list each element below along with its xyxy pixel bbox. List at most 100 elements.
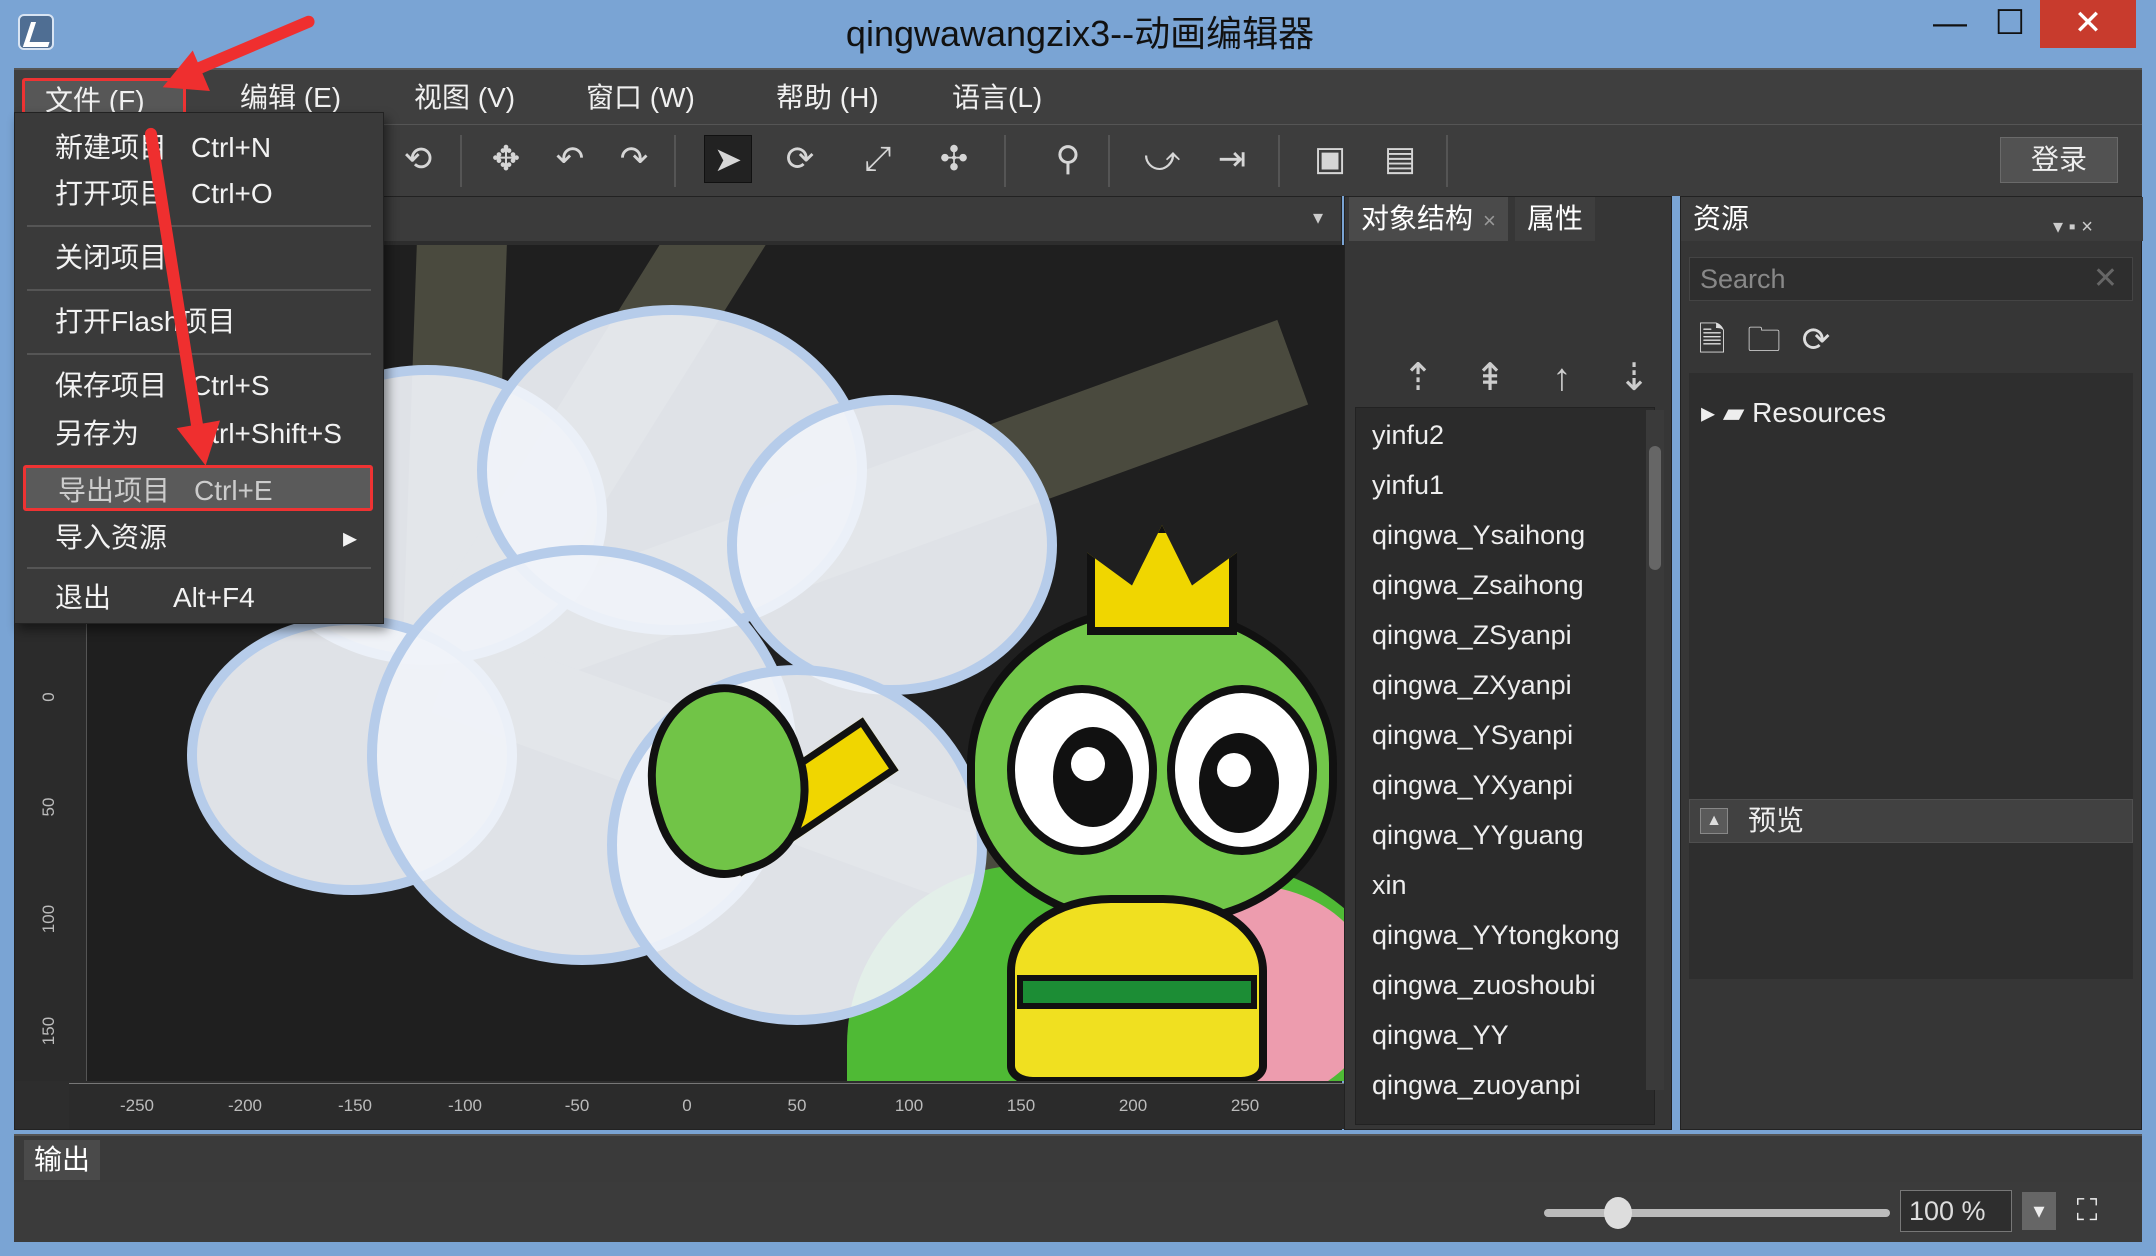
frog-right-eye: [1167, 685, 1317, 855]
annotation-arrowhead: [176, 420, 228, 470]
minimize-button[interactable]: —: [1920, 0, 1980, 48]
object-list-scrollbar[interactable]: [1646, 410, 1664, 1090]
toolbar-separator: [1004, 135, 1006, 187]
search-placeholder: Search: [1700, 264, 1786, 294]
menu-language[interactable]: 语言(L): [932, 78, 1062, 118]
list-item[interactable]: qingwa_YXyanpi: [1372, 762, 1573, 808]
menu-open-project[interactable]: 打开项目 Ctrl+O: [23, 171, 373, 217]
folder-icon[interactable]: 🗀: [1743, 319, 1785, 361]
list-item[interactable]: qingwa_Zsaihong: [1372, 562, 1584, 608]
shortcut-label: Ctrl+N: [191, 132, 272, 163]
jump-icon[interactable]: ⇥: [1208, 135, 1256, 183]
menu-help[interactable]: 帮助 (H): [756, 78, 899, 118]
preview-header[interactable]: ▲ 预览: [1689, 799, 2133, 843]
ruler-label: 200: [1118, 1096, 1148, 1115]
list-item[interactable]: qingwa_zuoshoubi: [1372, 962, 1596, 1008]
zoom-dropdown-icon[interactable]: ▾: [2022, 1192, 2056, 1230]
panel-control-icons[interactable]: ▾ ▪ ×: [2053, 205, 2093, 249]
fit-screen-icon[interactable]: ⛶: [2068, 1190, 2106, 1232]
resource-tab[interactable]: 资源 ▾ ▪ ×: [1681, 197, 2143, 241]
zoom-slider-thumb[interactable]: [1604, 1197, 1632, 1229]
list-item[interactable]: qingwa_YSyanpi: [1372, 712, 1573, 758]
rotate-right-icon[interactable]: ↷: [610, 135, 658, 183]
ik-icon[interactable]: ⤻: [1138, 135, 1186, 183]
ruler-label: -250: [119, 1096, 155, 1115]
tab-object-structure[interactable]: 对象结构 ×: [1349, 197, 1508, 241]
toolbar-separator: [1278, 135, 1280, 187]
list-item[interactable]: qingwa_Ysaihong: [1372, 512, 1585, 558]
close-icon[interactable]: ×: [1483, 208, 1496, 233]
login-button[interactable]: 登录: [2000, 137, 2118, 183]
menu-exit[interactable]: 退出 Alt+F4: [23, 575, 373, 621]
rotate-left-icon[interactable]: ↶: [546, 135, 594, 183]
menu-window[interactable]: 窗口 (W): [566, 78, 715, 118]
list-item[interactable]: qingwa_YY: [1372, 1012, 1509, 1058]
title-bar: qingwawangzix3--动画编辑器 — ☐ ✕: [0, 0, 2156, 68]
list-item[interactable]: qingwa_zuoyanpi: [1372, 1062, 1581, 1108]
list-item[interactable]: qingwa_ZSyanpi: [1372, 612, 1572, 658]
submenu-arrow-icon: ▸: [343, 522, 358, 553]
menu-import-resources[interactable]: 导入资源 ▸: [23, 515, 373, 561]
menu-item-label: 打开Flash项目: [55, 306, 236, 337]
image-export-icon[interactable]: ▤: [1376, 135, 1424, 183]
clear-search-icon[interactable]: ✕: [2093, 258, 2118, 300]
scroll-thumb[interactable]: [1649, 446, 1661, 570]
move-top-icon[interactable]: ⇡: [1395, 355, 1441, 401]
menu-view[interactable]: 视图 (V): [394, 78, 535, 118]
list-item[interactable]: yinfu1: [1372, 462, 1444, 508]
scale-icon[interactable]: ⤢: [854, 135, 902, 183]
skeleton-icon[interactable]: ✣: [930, 135, 978, 183]
ruler-label: 50: [39, 797, 58, 817]
horizontal-ruler: -250 -200 -150 -100 -50 0 50 100 150 200…: [69, 1083, 1345, 1129]
menu-new-project[interactable]: 新建项目 Ctrl+N: [23, 125, 373, 171]
resources-folder[interactable]: ▸ ▰ Resources: [1701, 393, 1886, 433]
shortcut-label: Ctrl+S: [191, 370, 270, 401]
close-button[interactable]: ✕: [2040, 0, 2136, 48]
folder-icon: ▰: [1722, 397, 1753, 428]
list-item[interactable]: xin: [1372, 862, 1407, 908]
pupil: [1199, 733, 1279, 833]
select-arrow-icon[interactable]: ➤: [704, 135, 752, 183]
move-up-icon[interactable]: ⇞: [1467, 355, 1513, 401]
lasso-icon[interactable]: ⟲: [394, 135, 442, 183]
ruler-label: -100: [447, 1096, 483, 1115]
move-icon[interactable]: ✥: [482, 135, 530, 183]
dropdown-arrow-icon[interactable]: ▾: [1313, 205, 1323, 230]
animation-editor-window: qingwawangzix3--动画编辑器 — ☐ ✕ 文件 (F) 编辑 (E…: [0, 0, 2156, 1256]
menu-export-project[interactable]: 导出项目 Ctrl+E: [23, 465, 373, 511]
frog-left-eye: [1007, 685, 1157, 855]
cycle-icon[interactable]: ⟳: [776, 135, 824, 183]
move-bottom-icon[interactable]: ⇣: [1611, 355, 1657, 401]
tab-properties[interactable]: 属性: [1515, 197, 1596, 241]
menu-close-project[interactable]: 关闭项目: [23, 235, 373, 281]
tab-label: 对象结构: [1361, 203, 1474, 234]
ruler-label: 100: [894, 1096, 924, 1115]
bone-icon[interactable]: ⚲: [1044, 135, 1092, 183]
menu-separator: [27, 289, 371, 291]
menu-item-label: 退出: [55, 582, 112, 613]
maximize-button[interactable]: ☐: [1980, 0, 2040, 48]
file-dropdown-menu: 新建项目 Ctrl+N 打开项目 Ctrl+O 关闭项目 打开Flash项目 保存项…: [14, 112, 384, 624]
output-tab[interactable]: 输出: [24, 1140, 101, 1180]
search-input[interactable]: Search ✕: [1689, 257, 2133, 301]
export-frame-icon[interactable]: ▣: [1306, 135, 1354, 183]
window-title: qingwawangzix3--动画编辑器: [845, 13, 1315, 54]
app-logo-icon: [18, 14, 54, 50]
smoke-cloud: [727, 395, 1057, 695]
refresh-icon[interactable]: ⟳: [1795, 319, 1837, 361]
list-item[interactable]: yinfu2: [1372, 412, 1444, 458]
crown: [1087, 525, 1237, 635]
menu-open-flash-project[interactable]: 打开Flash项目: [23, 299, 373, 345]
list-item[interactable]: qingwa_YYtongkong: [1372, 912, 1620, 958]
menu-item-label: 另存为: [55, 418, 140, 449]
zoom-input[interactable]: 100 %: [1900, 1190, 2012, 1232]
shortcut-label: Alt+F4: [173, 582, 255, 613]
list-item[interactable]: qingwa_ZXyanpi: [1372, 662, 1572, 708]
collapse-icon[interactable]: ▲: [1700, 808, 1728, 834]
expand-icon[interactable]: ▸: [1701, 397, 1723, 428]
tab-label: 属性: [1527, 203, 1584, 234]
list-item[interactable]: qingwa_YYguang: [1372, 812, 1584, 858]
move-down-icon[interactable]: ↑: [1539, 355, 1585, 401]
new-file-icon[interactable]: 🗎: [1691, 319, 1733, 361]
zoom-slider[interactable]: [1544, 1209, 1890, 1217]
